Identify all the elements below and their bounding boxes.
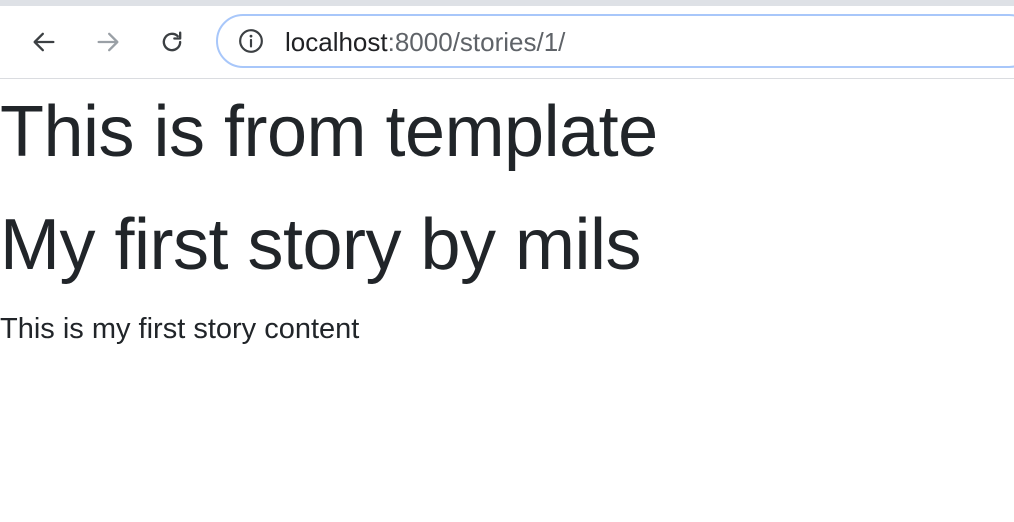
url-text[interactable]: localhost:8000/stories/1/ xyxy=(285,26,565,58)
reload-icon xyxy=(162,31,182,52)
story-title: My first story by mils xyxy=(0,205,642,285)
arrow-left-icon xyxy=(33,32,55,52)
browser-toolbar: localhost:8000/stories/1/ xyxy=(0,6,1014,79)
address-bar[interactable]: localhost:8000/stories/1/ xyxy=(216,14,1014,68)
reload-button[interactable] xyxy=(152,22,192,62)
story-content: This is my first story content xyxy=(0,313,360,345)
url-path: :8000/stories/1/ xyxy=(387,27,566,57)
arrow-right-icon xyxy=(97,32,119,52)
url-host: localhost xyxy=(285,27,388,57)
info-circle-icon[interactable] xyxy=(238,28,264,54)
forward-button[interactable] xyxy=(88,22,128,62)
back-button[interactable] xyxy=(24,22,64,62)
template-heading: This is from template xyxy=(0,92,658,172)
